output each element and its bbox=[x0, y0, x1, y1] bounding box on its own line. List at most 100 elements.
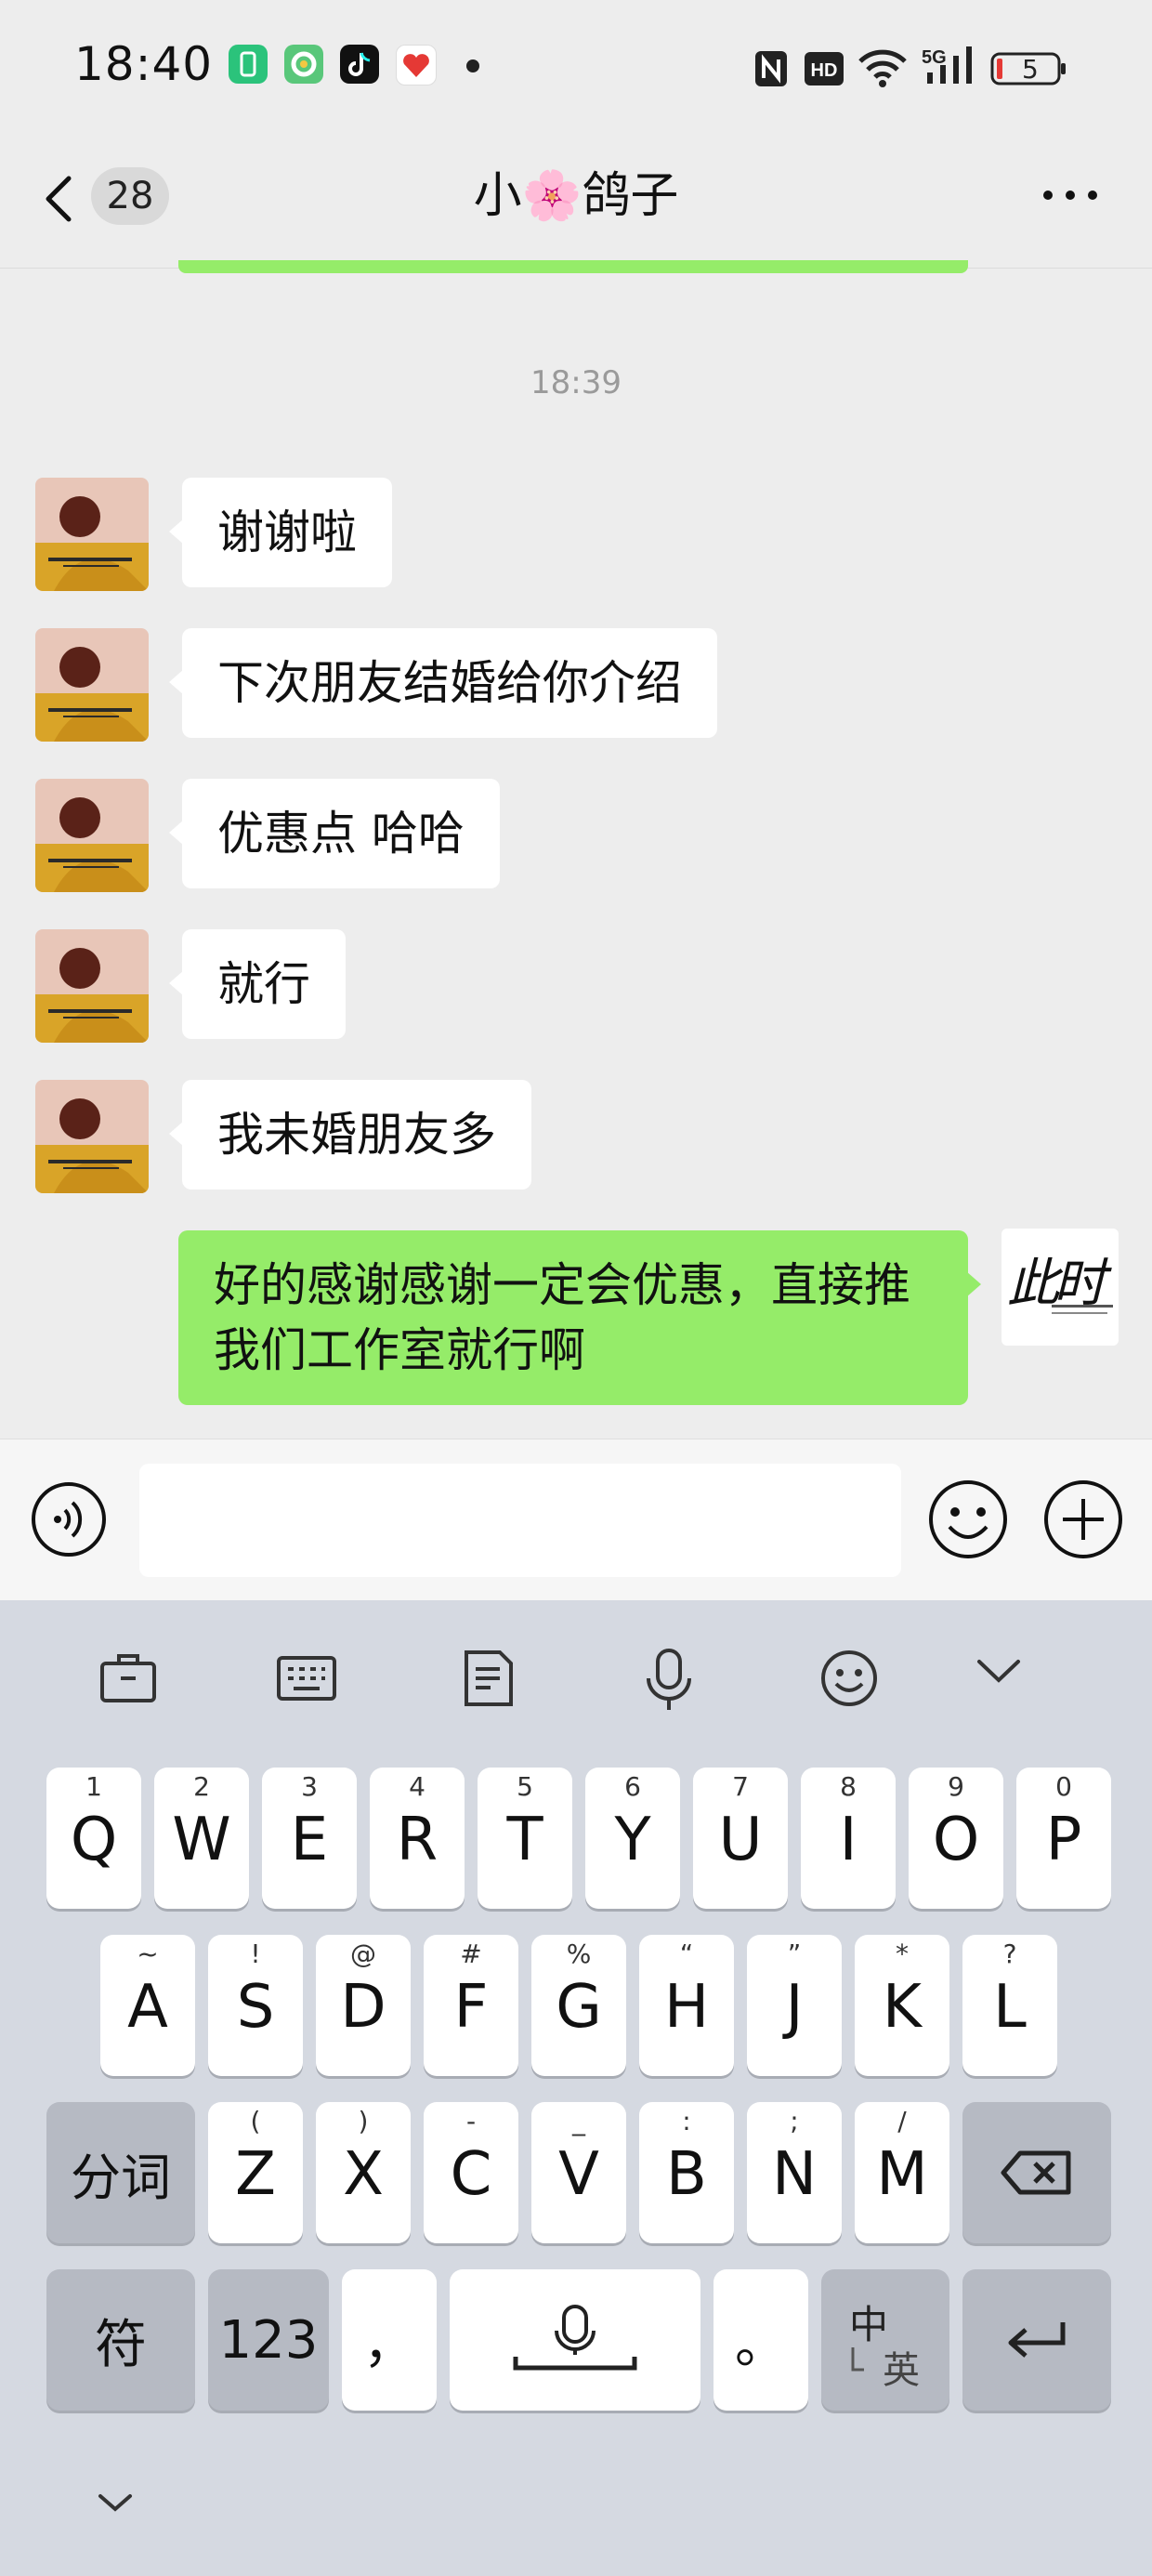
segment-key[interactable]: 分词 bbox=[46, 2102, 195, 2243]
enter-key[interactable] bbox=[962, 2269, 1111, 2411]
numbers-key[interactable]: 123 bbox=[208, 2269, 329, 2411]
contact-avatar[interactable] bbox=[35, 1080, 149, 1193]
hd-icon: HD bbox=[805, 52, 844, 89]
key-i[interactable]: 8I bbox=[801, 1768, 896, 1909]
space-mic-icon bbox=[450, 2269, 700, 2411]
key-label: ， bbox=[363, 2314, 415, 2375]
emoji-face-icon[interactable] bbox=[819, 1649, 879, 1712]
key-label: U bbox=[718, 1806, 763, 1874]
incoming-message[interactable]: 下次朋友结婚给你介绍 bbox=[169, 628, 717, 738]
contact-avatar[interactable] bbox=[35, 628, 149, 742]
key-z[interactable]: (Z bbox=[208, 2102, 303, 2243]
key-d[interactable]: @ D bbox=[316, 1935, 411, 2076]
wifi-icon bbox=[857, 46, 909, 91]
hide-keyboard-chevron-icon[interactable] bbox=[97, 2492, 134, 2518]
more-dots-icon[interactable] bbox=[1041, 186, 1100, 208]
incoming-message[interactable]: 我未婚朋友多 bbox=[169, 1080, 531, 1189]
language-switch-key[interactable]: 中 英 bbox=[821, 2269, 949, 2411]
nfc-icon bbox=[754, 50, 788, 91]
message-input[interactable] bbox=[139, 1464, 901, 1577]
key-c[interactable]: -C bbox=[424, 2102, 518, 2243]
notification-dot-icon bbox=[466, 59, 479, 72]
emoji-icon[interactable] bbox=[927, 1479, 1009, 1564]
key-label: J bbox=[785, 1973, 804, 2042]
period-key[interactable]: 。 bbox=[713, 2269, 808, 2411]
document-icon[interactable] bbox=[459, 1649, 518, 1712]
voice-input-icon[interactable] bbox=[30, 1480, 108, 1562]
key-label: G bbox=[556, 1973, 602, 2042]
key-label: T bbox=[506, 1806, 543, 1874]
key-label: 123 bbox=[218, 2309, 319, 2371]
key-label: K bbox=[883, 1973, 922, 2042]
battery-level: 5 bbox=[1022, 54, 1039, 85]
key-sub: ” bbox=[787, 1939, 802, 1969]
collapse-chevron-icon[interactable] bbox=[975, 1658, 1022, 1689]
keyboard-icon[interactable] bbox=[277, 1649, 336, 1712]
key-label: I bbox=[839, 1806, 857, 1874]
incoming-message[interactable]: 就行 bbox=[169, 929, 346, 1039]
space-key[interactable] bbox=[450, 2269, 700, 2411]
key-g[interactable]: % G bbox=[531, 1935, 626, 2076]
key-b[interactable]: :B bbox=[639, 2102, 734, 2243]
svg-text:HD: HD bbox=[811, 60, 838, 81]
key-label: L bbox=[993, 1973, 1027, 2042]
comma-key[interactable]: ， bbox=[342, 2269, 437, 2411]
bracket-icon bbox=[851, 2347, 864, 2372]
key-sub: % bbox=[566, 1939, 592, 1969]
key-y[interactable]: 6Y bbox=[585, 1768, 680, 1909]
key-s[interactable]: ! S bbox=[208, 1935, 303, 2076]
my-avatar[interactable]: 此时 bbox=[1001, 1229, 1119, 1346]
clipboard-icon[interactable] bbox=[98, 1649, 158, 1712]
key-u[interactable]: 7U bbox=[693, 1768, 788, 1909]
key-h[interactable]: “H bbox=[639, 1935, 734, 2076]
status-bar: 18:40 HD 5G 5 bbox=[0, 0, 1152, 138]
key-sub: * bbox=[896, 1939, 909, 1969]
key-label: O bbox=[932, 1806, 980, 1874]
key-label: R bbox=[396, 1806, 439, 1874]
contact-avatar[interactable] bbox=[35, 478, 149, 591]
key-label: V bbox=[558, 2140, 599, 2209]
logo-line bbox=[1052, 1312, 1107, 1314]
key-l[interactable]: ? L bbox=[962, 1935, 1057, 2076]
key-sub: : bbox=[682, 2106, 691, 2136]
key-sub: _ bbox=[572, 2106, 585, 2136]
key-p[interactable]: 0P bbox=[1016, 1768, 1111, 1909]
key-e[interactable]: 3E bbox=[262, 1768, 357, 1909]
key-n[interactable]: ; N bbox=[747, 2102, 842, 2243]
key-w[interactable]: 2W bbox=[154, 1768, 249, 1909]
key-label: Z bbox=[235, 2140, 276, 2209]
key-j[interactable]: ” J bbox=[747, 1935, 842, 2076]
key-label: C bbox=[450, 2140, 492, 2209]
previous-message-edge bbox=[178, 260, 968, 273]
symbol-key[interactable]: 符 bbox=[46, 2269, 195, 2411]
key-label: 符 bbox=[95, 2314, 147, 2375]
red-heart-app-icon bbox=[396, 45, 437, 85]
microphone-icon[interactable] bbox=[639, 1649, 699, 1717]
contact-avatar[interactable] bbox=[35, 779, 149, 892]
contact-avatar[interactable] bbox=[35, 929, 149, 1043]
signal-5g-icon: 5G bbox=[922, 45, 977, 91]
network-label: 5G bbox=[922, 47, 947, 68]
key-o[interactable]: 9O bbox=[909, 1768, 1003, 1909]
key-label: E bbox=[290, 1806, 329, 1874]
key-f[interactable]: # F bbox=[424, 1935, 518, 2076]
incoming-message[interactable]: 优惠点 哈哈 bbox=[169, 779, 500, 888]
key-r[interactable]: 4R bbox=[370, 1768, 465, 1909]
key-t[interactable]: 5T bbox=[478, 1768, 572, 1909]
key-m[interactable]: / M bbox=[855, 2102, 949, 2243]
outgoing-message[interactable]: 好的感谢感谢一定会优惠，直接推 我们工作室就行啊 bbox=[178, 1230, 981, 1405]
key-x[interactable]: ) X bbox=[316, 2102, 411, 2243]
plus-icon[interactable] bbox=[1042, 1479, 1124, 1564]
key-v[interactable]: _ V bbox=[531, 2102, 626, 2243]
key-sub: 8 bbox=[840, 1771, 857, 1802]
backspace-key[interactable] bbox=[962, 2102, 1111, 2243]
key-label: W bbox=[172, 1806, 231, 1874]
key-label: 。 bbox=[735, 2314, 787, 2375]
key-a[interactable]: ~ A bbox=[100, 1935, 195, 2076]
status-time: 18:40 bbox=[74, 37, 214, 91]
key-k[interactable]: * K bbox=[855, 1935, 949, 2076]
key-q[interactable]: 1Q bbox=[46, 1768, 141, 1909]
incoming-message[interactable]: 谢谢啦 bbox=[169, 478, 392, 587]
backspace-icon bbox=[962, 2102, 1111, 2243]
key-label: H bbox=[663, 1973, 710, 2042]
